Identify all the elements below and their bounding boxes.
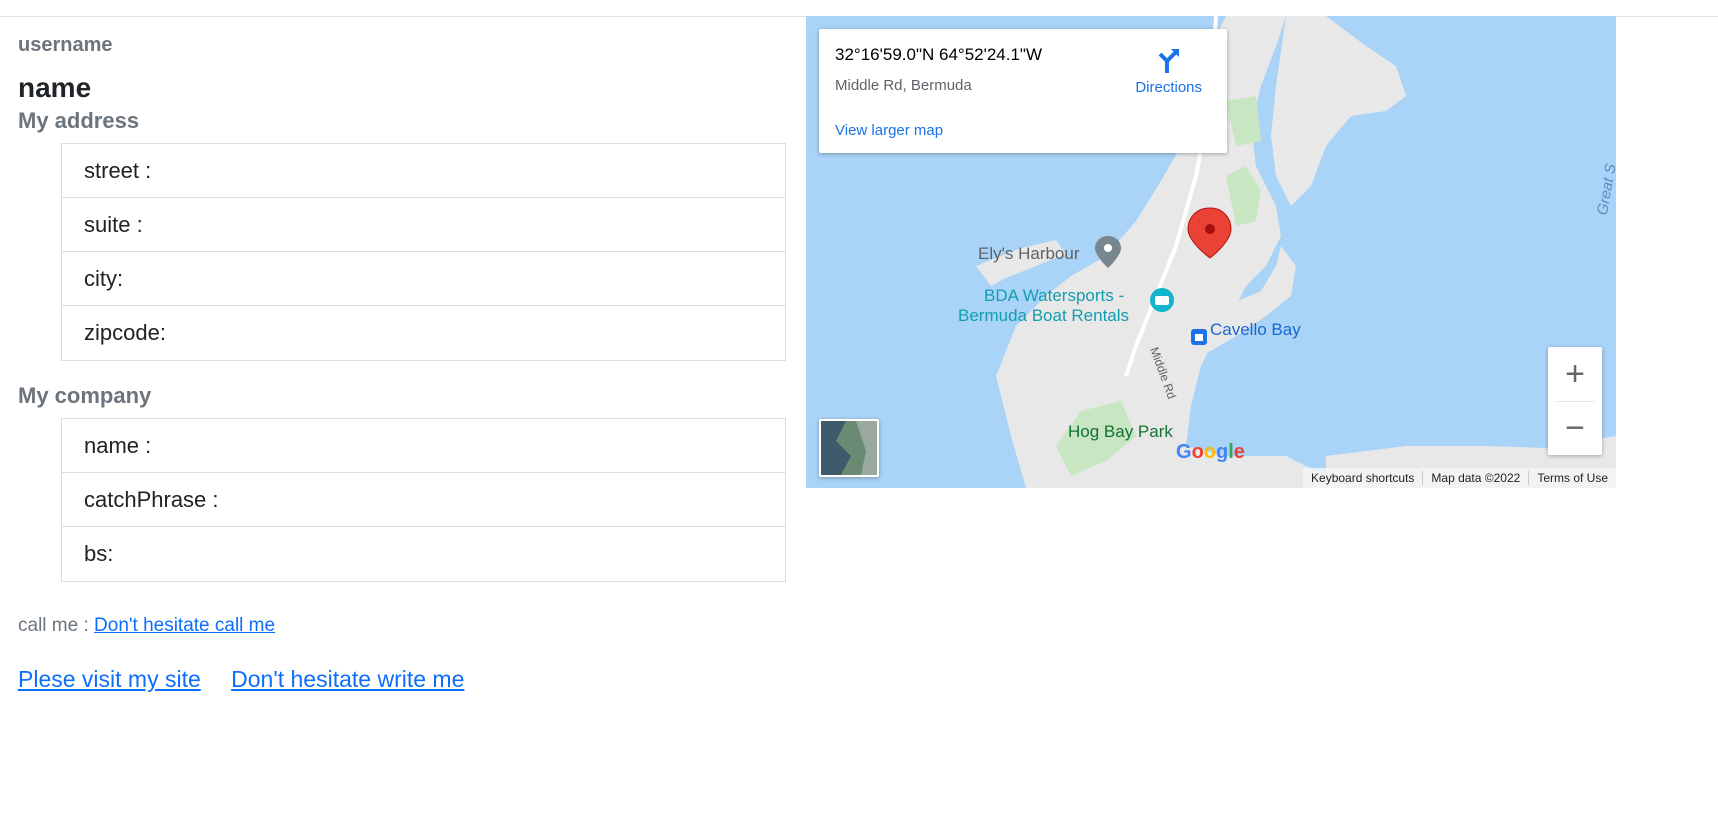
embedded-map[interactable]: Ely's Harbour BDA Watersports - Bermuda … (806, 16, 1616, 488)
company-bs: bs: (84, 541, 114, 566)
address-street: street : (62, 144, 785, 198)
map-label-watersports-1: BDA Watersports - (984, 286, 1125, 305)
map-address: Middle Rd, Bermuda (835, 77, 972, 94)
map-info-card: 32°16'59.0"N 64°52'24.1"W Middle Rd, Ber… (819, 29, 1227, 153)
pin-center (1205, 224, 1215, 234)
address-suite: suite : (62, 198, 785, 252)
company-list: name : catchPhrase : bs: (61, 418, 786, 582)
address-list: street : suite : city: zipcode: (61, 143, 786, 361)
company-catchphrase: catchPhrase : (62, 473, 785, 527)
view-larger-map-link[interactable]: View larger map (835, 122, 943, 139)
name-heading: name (18, 72, 92, 103)
call-me-row: call me : Don't hesitate call me (18, 615, 275, 637)
map-coordinates: 32°16'59.0"N 64°52'24.1"W (835, 45, 1043, 64)
boat-glyph (1195, 334, 1203, 341)
map-label-watersports-2: Bermuda Boat Rentals (958, 306, 1130, 325)
camera-body (1155, 296, 1169, 305)
company-name: name : (62, 419, 785, 473)
contact-links: Plese visit my site Don't hesitate write… (18, 666, 488, 693)
keyboard-shortcuts-link[interactable]: Keyboard shortcuts (1303, 471, 1422, 485)
map-label-harbour: Ely's Harbour (978, 244, 1080, 263)
map-label-cavello: Cavello Bay (1210, 320, 1301, 339)
write-me-link[interactable]: Don't hesitate write me (231, 666, 464, 692)
satellite-toggle[interactable] (819, 419, 879, 477)
directions-button[interactable]: Directions (1135, 45, 1202, 96)
zoom-in-button[interactable]: + (1548, 347, 1602, 401)
map-label-park: Hog Bay Park (1068, 422, 1173, 441)
address-city: city: (62, 252, 785, 306)
directions-icon (1158, 49, 1179, 73)
company-title: My company (18, 383, 152, 408)
username-label: username (18, 34, 113, 56)
harbour-pin-dot (1104, 244, 1112, 252)
address-zipcode: zipcode: (84, 320, 166, 345)
terms-of-use-link[interactable]: Terms of Use (1528, 471, 1616, 485)
call-me-label: call me : (18, 615, 89, 636)
zoom-out-button[interactable]: − (1548, 401, 1602, 455)
land-north (1271, 16, 1406, 206)
top-divider (0, 0, 1718, 17)
zoom-control: + − (1548, 347, 1602, 455)
map-data-text: Map data ©2022 (1422, 471, 1528, 485)
call-me-link[interactable]: Don't hesitate call me (94, 615, 275, 636)
zoom-divider (1556, 401, 1594, 402)
satellite-thumbnail-icon (821, 421, 877, 475)
visit-site-link[interactable]: Plese visit my site (18, 666, 201, 692)
map-attribution: Keyboard shortcuts Map data ©2022 Terms … (1303, 468, 1616, 488)
google-logo: Google (1176, 441, 1245, 463)
address-title: My address (18, 108, 140, 133)
directions-label: Directions (1135, 79, 1202, 96)
